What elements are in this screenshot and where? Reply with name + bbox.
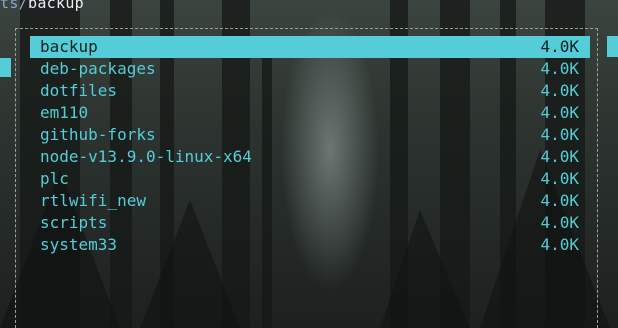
file-list-item[interactable]: plc 4.0K [30, 168, 590, 190]
current-path: ts/backup [0, 0, 84, 12]
file-size: 4.0K [540, 169, 579, 188]
file-name: rtlwifi_new [40, 191, 146, 210]
file-list-item[interactable]: deb-packages 4.0K [30, 58, 590, 80]
left-pane-cursor-edge [0, 58, 11, 77]
file-name: dotfiles [40, 81, 118, 100]
panel-border-left [15, 28, 16, 328]
right-pane-cursor-edge [607, 36, 618, 57]
file-list-item[interactable]: system33 4.0K [30, 234, 590, 256]
file-size: 4.0K [540, 81, 579, 100]
file-name: deb-packages [40, 59, 156, 78]
file-size: 4.0K [540, 59, 579, 78]
file-list-item[interactable]: rtlwifi_new 4.0K [30, 190, 590, 212]
file-size: 4.0K [540, 213, 579, 232]
file-name: backup [40, 37, 98, 56]
file-name: github-forks [40, 125, 156, 144]
file-size: 4.0K [540, 37, 579, 56]
file-name: system33 [40, 235, 118, 254]
file-size: 4.0K [540, 125, 579, 144]
file-size: 4.0K [540, 103, 579, 122]
file-list-item[interactable]: dotfiles 4.0K [30, 80, 590, 102]
file-name: plc [40, 169, 69, 188]
file-list: backup 4.0K deb-packages 4.0K dotfiles 4.0K em… [30, 36, 590, 256]
path-prefix: ts [0, 0, 19, 12]
file-size: 4.0K [540, 147, 579, 166]
file-name: node-v13.9.0-linux-x64 [40, 147, 252, 166]
file-size: 4.0K [540, 235, 579, 254]
file-name: em110 [40, 103, 89, 122]
file-list-item[interactable]: em110 4.0K [30, 102, 590, 124]
file-size: 4.0K [540, 191, 579, 210]
path-current-dir: backup [28, 0, 85, 12]
file-name: scripts [40, 213, 108, 232]
file-list-item[interactable]: node-v13.9.0-linux-x64 4.0K [30, 146, 590, 168]
file-list-item[interactable]: github-forks 4.0K [30, 124, 590, 146]
path-separator: / [18, 0, 29, 12]
panel-border-right [597, 28, 598, 328]
file-list-item[interactable]: backup 4.0K [30, 36, 590, 58]
file-list-item[interactable]: scripts 4.0K [30, 212, 590, 234]
panel-border-top [15, 28, 598, 29]
